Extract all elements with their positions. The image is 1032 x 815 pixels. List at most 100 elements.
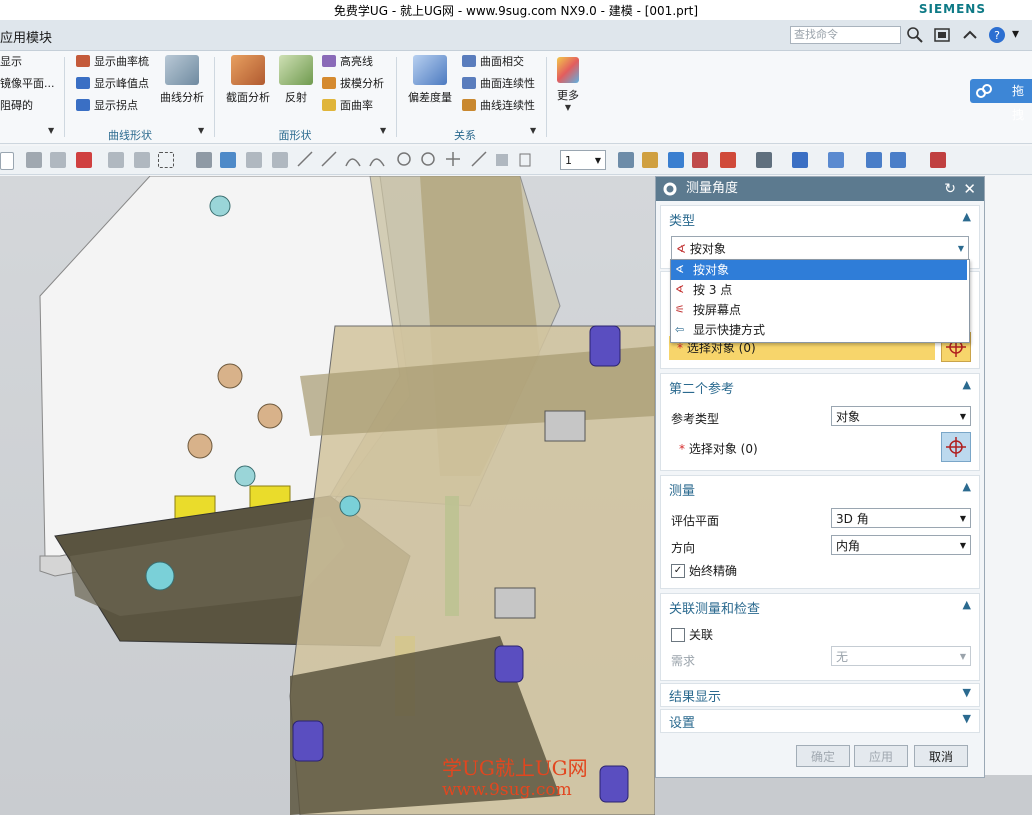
reflection-icon (279, 55, 313, 85)
reset-icon[interactable]: ↻ (944, 177, 956, 201)
peak-points-icon (76, 77, 90, 89)
show-inflection[interactable]: 显示拐点 (76, 97, 138, 115)
highlight-lines-label: 高亮线 (340, 55, 373, 68)
curve-shape-dropdown-icon[interactable]: ▼ (198, 126, 204, 135)
direction-select[interactable]: 内角 ▼ (831, 535, 971, 555)
assoc-checkbox[interactable] (671, 628, 685, 642)
type-select[interactable]: ∢ 按对象 ▼ (671, 236, 969, 260)
second-select-object[interactable]: * 选择对象 (0) (679, 440, 758, 457)
requirement-select[interactable]: 无 ▼ (831, 646, 971, 666)
rotate-icon[interactable] (668, 152, 684, 168)
more-label: 更多 (557, 89, 579, 102)
screen-points-icon: ⚟ (675, 303, 685, 316)
chevron-down-icon[interactable]: ▼ (963, 686, 971, 699)
body-icon[interactable] (220, 152, 236, 168)
three-points-icon: ∢ (675, 283, 685, 296)
help-icon[interactable]: ? (987, 25, 1007, 45)
point-icon[interactable] (108, 152, 124, 168)
dropdown-icon[interactable]: ▾ (1012, 26, 1019, 42)
edges-icon[interactable] (272, 152, 288, 168)
deviation-measure-button[interactable]: 偏差度量 (404, 55, 456, 105)
face-shape-dropdown-icon[interactable]: ▼ (380, 126, 386, 135)
deviation-measure-label: 偏差度量 (408, 91, 452, 104)
more-icon (557, 57, 579, 83)
mold-assembly-model (39, 176, 655, 815)
show-peak-points[interactable]: 显示峰值点 (76, 75, 149, 93)
surface-intersection-label: 曲面相交 (480, 55, 524, 68)
select-icon[interactable] (26, 152, 42, 168)
highlight-lines[interactable]: 高亮线 (322, 53, 373, 71)
curve-continuity[interactable]: 曲线连续性 (462, 97, 535, 115)
curve-analysis-button[interactable]: 曲线分析 (156, 55, 208, 105)
dropdown-option-by-object[interactable]: ∢ 按对象 (671, 260, 967, 280)
search-input[interactable]: 查找命令 (790, 26, 901, 44)
graphics-window[interactable]: 学UG就上UG网 www.9sug.com (0, 176, 655, 815)
wcs-icon[interactable] (890, 152, 906, 168)
deselect-icon[interactable] (50, 152, 66, 168)
ribbon-mirror-plane[interactable]: 镜像平面... (0, 75, 55, 93)
link-icon (976, 83, 992, 99)
display-group-dropdown-icon[interactable]: ▼ (48, 126, 54, 135)
section-analysis-button[interactable]: 截面分析 (222, 55, 274, 105)
chevron-up-icon[interactable]: ▲ (963, 210, 971, 223)
move-icon[interactable] (866, 152, 882, 168)
chevron-up-icon[interactable]: ▲ (963, 378, 971, 391)
always-exact-label: 始终精确 (689, 564, 738, 578)
surface-intersection[interactable]: 曲面相交 (462, 53, 524, 71)
surface-continuity[interactable]: 曲面连续性 (462, 75, 535, 93)
ref-type-select[interactable]: 对象 ▼ (831, 406, 971, 426)
search-icon[interactable] (905, 25, 925, 45)
drag-side-tab-label: 拖拽 (1012, 84, 1025, 122)
face-curvature-label: 面曲率 (340, 99, 373, 112)
close-icon[interactable]: ✕ (963, 177, 976, 201)
settings-section[interactable]: 设置 ▼ (660, 709, 980, 733)
window-title: 免费学UG - 就上UG网 - www.9sug.com NX9.0 - 建模 … (333, 4, 699, 18)
pan-icon[interactable] (692, 152, 708, 168)
zoom-fit-icon[interactable] (618, 152, 634, 168)
snap-icon[interactable] (76, 152, 92, 168)
faces-icon[interactable] (246, 152, 262, 168)
second-select-crosshair-button[interactable] (941, 432, 971, 462)
filter-dropdown[interactable] (0, 152, 14, 170)
ribbon-blocking[interactable]: 阻碍的 (0, 97, 33, 115)
chevron-up-icon[interactable]: ▲ (963, 598, 971, 611)
inflection-icon (76, 99, 90, 111)
window-icon[interactable] (932, 25, 952, 45)
apply-button[interactable]: 应用 (854, 745, 908, 767)
dropdown-option-by-3-points[interactable]: ∢ 按 3 点 (671, 280, 967, 300)
reflection-button[interactable]: 反射 (270, 55, 322, 105)
cancel-button[interactable]: 取消 (914, 745, 968, 767)
graphics-window-bottom[interactable] (655, 775, 1032, 815)
eval-plane-select[interactable]: 3D 角 ▼ (831, 508, 971, 528)
drag-side-tab[interactable]: 拖拽 (970, 79, 1032, 122)
show-curvature-comb[interactable]: 显示曲率梳 (76, 53, 149, 71)
results-section[interactable]: 结果显示 ▼ (660, 683, 980, 707)
dropdown-option-by-screen-points[interactable]: ⚟ 按屏幕点 (671, 300, 967, 320)
render-style-icon[interactable] (756, 152, 772, 168)
dropdown-option-show-shortcuts[interactable]: ⇦ 显示快捷方式 (671, 320, 967, 340)
view-orient-icon[interactable] (720, 152, 736, 168)
ok-button[interactable]: 确定 (796, 745, 850, 767)
app-module-menu[interactable]: 应用模块 (0, 27, 52, 46)
rectangle-select-icon[interactable] (158, 152, 174, 168)
more-button[interactable]: 更多 ▼ (550, 57, 586, 112)
edit-section-icon[interactable] (828, 152, 844, 168)
count-select[interactable]: 1 ▼ (560, 150, 606, 170)
measure-icon[interactable] (930, 152, 946, 168)
chevron-up-icon[interactable] (960, 25, 980, 45)
solid-icon[interactable] (196, 152, 212, 168)
chevron-down-icon[interactable]: ▼ (963, 712, 971, 725)
crosshair-icon (946, 437, 966, 457)
snap-point-icons[interactable] (296, 150, 536, 170)
surface-continuity-icon (462, 77, 476, 89)
draft-analysis[interactable]: 拔模分析 (322, 75, 384, 93)
always-exact-checkbox[interactable]: ✓ (671, 564, 685, 578)
count-select-value: 1 (565, 154, 572, 167)
vertex-icon[interactable] (134, 152, 150, 168)
zoom-icon[interactable] (642, 152, 658, 168)
shaded-icon[interactable] (792, 152, 808, 168)
chevron-up-icon[interactable]: ▲ (963, 480, 971, 493)
ribbon-display[interactable]: 显示 (0, 53, 22, 71)
face-curvature[interactable]: 面曲率 (322, 97, 373, 115)
relation-dropdown-icon[interactable]: ▼ (530, 126, 536, 135)
